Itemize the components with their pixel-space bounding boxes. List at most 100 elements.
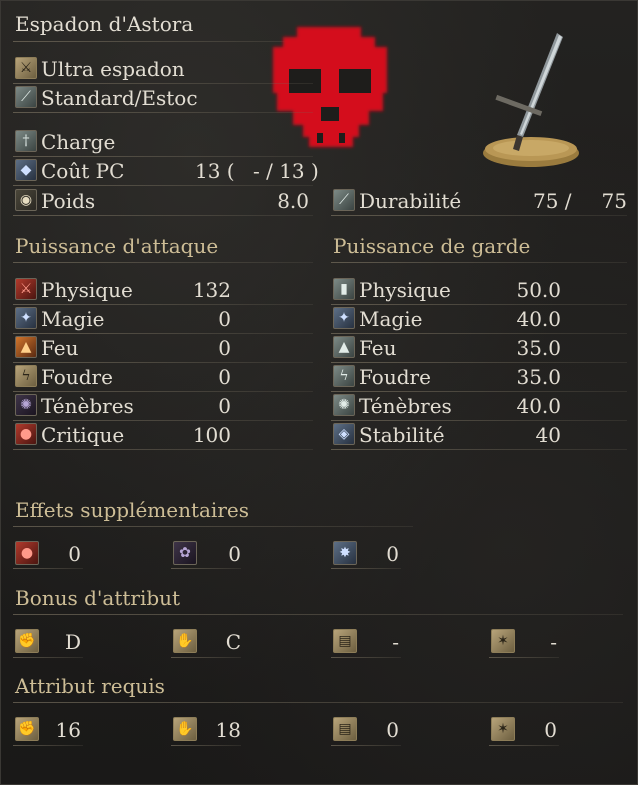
divider <box>331 745 401 746</box>
guard-power-title: Puissance de garde <box>333 234 531 258</box>
divider <box>171 745 241 746</box>
attack-critical-value: 100 <box>192 423 231 447</box>
fp-cost-value-b: - / 13 ) <box>253 159 319 183</box>
effect-bleed-value: 0 <box>68 542 81 566</box>
durability-current: 75 / <box>533 189 572 213</box>
durability-icon: ⟋ <box>333 189 355 211</box>
weapon-name: Espadon d'Astora <box>15 12 194 36</box>
attack-physical-label: Physique <box>41 278 133 302</box>
divider <box>171 657 241 658</box>
divider <box>331 657 401 658</box>
guard-stability-label: Stabilité <box>359 423 445 447</box>
divider <box>13 333 313 334</box>
lightning-guard-icon: ϟ <box>333 365 355 387</box>
guard-fire-value: 35.0 <box>516 336 561 360</box>
divider <box>13 362 313 363</box>
requirements-title: Attribut requis <box>15 674 165 698</box>
divider <box>13 215 313 216</box>
attack-critical-label: Critique <box>41 423 125 447</box>
attack-physical-value: 132 <box>192 278 231 302</box>
dark-attack-icon: ✺ <box>15 394 37 416</box>
weight-label: Poids <box>41 189 96 213</box>
divider <box>13 420 313 421</box>
divider <box>171 568 241 569</box>
requirement-faith-value: 0 <box>544 718 557 742</box>
divider <box>13 449 313 450</box>
scaling-strength-value: D <box>64 630 81 654</box>
divider <box>13 112 313 113</box>
weapon-type: Ultra espadon <box>41 57 185 81</box>
skull-icon <box>273 27 387 147</box>
requirement-intelligence-value: 0 <box>386 718 399 742</box>
weapon-type-icon: ⚔ <box>15 57 37 79</box>
scaling-title: Bonus d'attribut <box>15 586 181 610</box>
divider <box>331 304 627 305</box>
divider <box>331 449 627 450</box>
attack-type: Standard/Estoc <box>41 86 198 110</box>
divider <box>13 614 623 615</box>
guard-fire-label: Feu <box>359 336 397 360</box>
attack-lightning-value: 0 <box>218 365 231 389</box>
divider <box>13 185 313 186</box>
divider <box>489 745 559 746</box>
divider <box>331 362 627 363</box>
divider <box>13 702 623 703</box>
attack-type-icon: ⟋ <box>15 86 37 108</box>
durability-max: 75 <box>601 189 627 213</box>
guard-magic-value: 40.0 <box>516 307 561 331</box>
stability-icon: ◈ <box>333 423 355 445</box>
guard-physical-value: 50.0 <box>516 278 561 302</box>
attack-dark-label: Ténèbres <box>41 394 134 418</box>
guard-physical-label: Physique <box>359 278 451 302</box>
divider <box>331 420 627 421</box>
divider <box>331 215 627 216</box>
sword-image <box>483 33 579 167</box>
physical-attack-icon: ⚔ <box>15 278 37 300</box>
divider <box>13 391 313 392</box>
lightning-attack-icon: ϟ <box>15 365 37 387</box>
attack-magic-value: 0 <box>218 307 231 331</box>
scaling-intelligence-value: - <box>392 630 399 654</box>
physical-guard-icon: ▮ <box>333 278 355 300</box>
divider <box>13 745 83 746</box>
guard-stability-value: 40 <box>535 423 561 447</box>
effect-poison-value: 0 <box>228 542 241 566</box>
divider <box>13 83 313 84</box>
attack-dark-value: 0 <box>218 394 231 418</box>
skill-icon: † <box>15 130 37 152</box>
skill-name: Charge <box>41 130 116 154</box>
scaling-faith-value: - <box>550 630 557 654</box>
fp-cost-icon: ◆ <box>15 159 37 181</box>
divider <box>13 526 413 527</box>
fp-cost-value-a: 13 ( <box>195 159 235 183</box>
fire-guard-icon: ▲ <box>333 336 355 358</box>
guard-dark-label: Ténèbres <box>359 394 452 418</box>
effects-title: Effets supplémentaires <box>15 498 249 522</box>
weapon-detail-panel: Espadon d'Astora ⚔ Ultra espadon ⟋ Stand… <box>0 0 638 785</box>
fire-attack-icon: ▲ <box>15 336 37 358</box>
attack-fire-label: Feu <box>41 336 79 360</box>
requirement-strength-value: 16 <box>55 718 81 742</box>
divider <box>13 304 313 305</box>
magic-attack-icon: ✦ <box>15 307 37 329</box>
guard-dark-value: 40.0 <box>516 394 561 418</box>
fp-cost-label: Coût PC <box>41 159 125 183</box>
divider <box>13 568 83 569</box>
attack-lightning-label: Foudre <box>41 365 113 389</box>
dark-guard-icon: ✺ <box>333 394 355 416</box>
magic-guard-icon: ✦ <box>333 307 355 329</box>
attack-power-title: Puissance d'attaque <box>15 234 219 258</box>
weight-icon: ◉ <box>15 189 37 211</box>
attack-magic-label: Magie <box>41 307 105 331</box>
attack-fire-value: 0 <box>218 336 231 360</box>
divider <box>489 657 559 658</box>
divider <box>331 391 627 392</box>
divider <box>13 262 313 263</box>
weight-value: 8.0 <box>277 189 309 213</box>
requirement-dexterity-value: 18 <box>215 718 241 742</box>
divider <box>13 156 313 157</box>
guard-lightning-label: Foudre <box>359 365 431 389</box>
divider <box>13 657 83 658</box>
durability-label: Durabilité <box>359 189 462 213</box>
divider <box>331 568 401 569</box>
